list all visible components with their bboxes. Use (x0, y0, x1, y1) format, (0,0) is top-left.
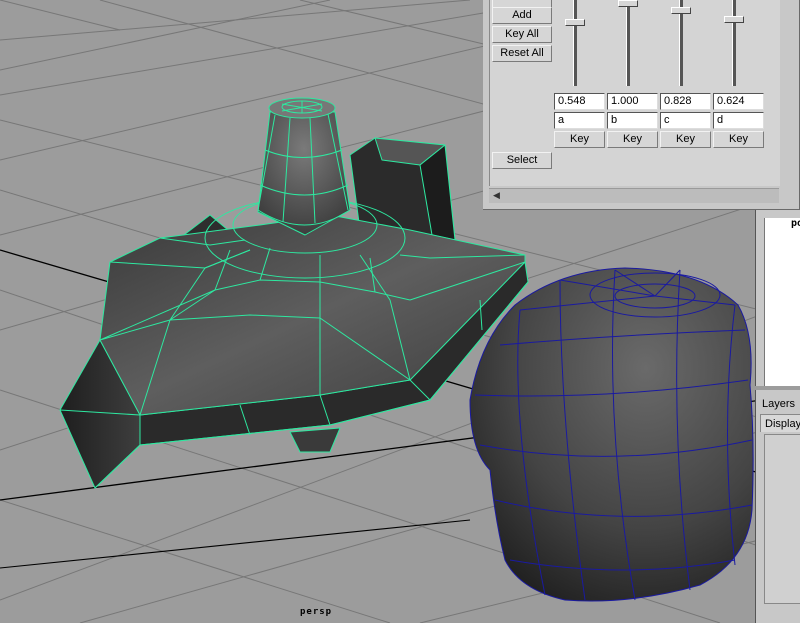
object-name-text: poly (791, 218, 800, 229)
head-mesh[interactable] (469, 267, 754, 602)
key-button-b[interactable]: Key (607, 131, 658, 148)
blend-shape-window[interactable]: Add Key All Reset All 0.548 1.000 0.828 … (483, 0, 800, 210)
layer-editor-panel: Layers Display (755, 390, 800, 623)
tab-display[interactable]: Display (760, 414, 800, 432)
slider-thumb-d[interactable] (724, 15, 744, 23)
slider-track-a[interactable] (573, 0, 577, 86)
slider-track-b[interactable] (626, 0, 630, 86)
camera-label: persp (300, 607, 333, 617)
horizontal-scrollbar[interactable]: ◀ (489, 188, 779, 203)
key-button-c[interactable]: Key (660, 131, 711, 148)
key-button-a[interactable]: Key (554, 131, 605, 148)
target-name-a[interactable]: a (554, 112, 605, 129)
add-button[interactable]: Add (492, 7, 552, 24)
slider-thumb-a[interactable] (565, 18, 585, 26)
slider-thumb-c[interactable] (671, 7, 691, 15)
key-button-d[interactable]: Key (713, 131, 764, 148)
blend-shape-panel: Add Key All Reset All 0.548 1.000 0.828 … (489, 0, 780, 186)
slider-track-d[interactable] (732, 0, 736, 86)
layer-list[interactable] (764, 434, 800, 604)
scroll-left-icon[interactable]: ◀ (493, 190, 500, 201)
weight-field-b[interactable]: 1.000 (607, 93, 658, 110)
reset-all-button[interactable]: Reset All (492, 45, 552, 62)
channel-box-list[interactable]: poly (764, 218, 800, 386)
weight-field-d[interactable]: 0.624 (713, 93, 764, 110)
layers-menu[interactable]: Layers (762, 398, 795, 410)
target-name-b[interactable]: b (607, 112, 658, 129)
slider-thumb-b[interactable] (618, 0, 638, 7)
target-name-d[interactable]: d (713, 112, 764, 129)
weight-field-c[interactable]: 0.828 (660, 93, 711, 110)
weight-field-a[interactable]: 0.548 (554, 93, 605, 110)
select-button[interactable]: Select (492, 152, 552, 169)
channel-box-panel: poly (755, 210, 800, 386)
target-name-c[interactable]: c (660, 112, 711, 129)
key-all-button[interactable]: Key All (492, 26, 552, 43)
